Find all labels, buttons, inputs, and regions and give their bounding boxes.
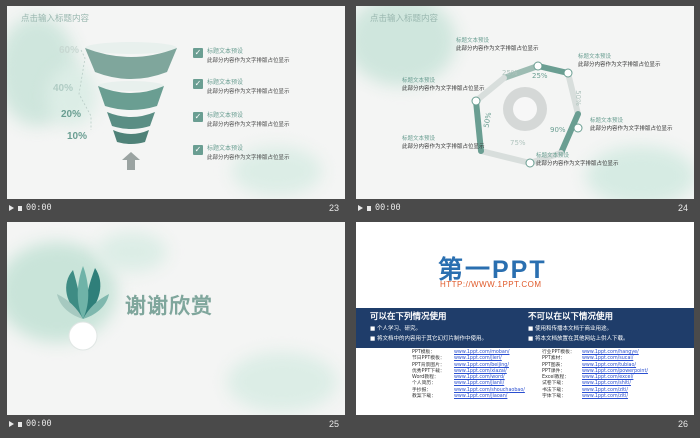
link[interactable]: www.1ppt.com/hangye/ (582, 350, 639, 355)
ring-value: 90% (550, 126, 566, 134)
funnel-chart (78, 42, 177, 170)
funnel-segment (113, 130, 149, 144)
list-item: ✓ 标题文本预设 此部分内容作为文字排版占位显示 (193, 46, 290, 64)
node-label: 标题文本预设 此部分内容作为文字排版占位显示 (578, 54, 661, 68)
ring-value: 75% (510, 139, 526, 147)
brand-url[interactable]: HTTP://WWW.1PPT.COM (440, 280, 542, 289)
timing-value: 00:00 (26, 203, 52, 213)
link[interactable]: www.1ppt.com/sucai/ (582, 356, 633, 361)
link[interactable]: www.1ppt.com/jieri/ (454, 356, 502, 361)
can-use-row: ■ 将文档中的内容用于其它幻灯片制作中使用。 (370, 336, 487, 342)
item-body: 此部分内容作为文字排版占位显示 (207, 58, 290, 64)
sound-icon (367, 205, 371, 211)
link[interactable]: www.1ppt.com/ziti/ (582, 388, 628, 393)
item-body: 此部分内容作为文字排版占位显示 (207, 155, 290, 161)
sound-icon (18, 205, 22, 211)
slide-number: 23 (328, 203, 339, 213)
link[interactable]: www.1ppt.com/word/ (454, 375, 505, 380)
slide-status-bar: 00:00 25 (7, 415, 345, 433)
link[interactable]: www.1ppt.com/excel/ (582, 375, 633, 380)
slide-number: 26 (677, 419, 688, 429)
checkbox-icon: ✓ (193, 48, 203, 58)
node (573, 123, 583, 133)
item-heading: 标题文本预设 (207, 112, 244, 119)
node-label: 标题文本预设 此部分内容作为文字排版占位显示 (402, 136, 485, 150)
slide-thumbnail-26[interactable]: 第一PPT HTTP://WWW.1PPT.COM 可以在下列情况使用 ■ 个人… (356, 222, 694, 415)
slide-status-bar: 26 (356, 415, 694, 433)
timing: 00:00 (9, 203, 52, 213)
node (533, 61, 543, 71)
play-icon[interactable] (9, 421, 14, 427)
slide-status-bar: 00:00 23 (7, 199, 345, 217)
link[interactable]: www.1ppt.com/jianli/ (454, 381, 504, 386)
ring-value: 25% (502, 69, 518, 77)
play-icon[interactable] (358, 205, 363, 211)
slide-number: 24 (677, 203, 688, 213)
timing-value: 00:00 (26, 419, 52, 429)
node-label: 标题文本预设 此部分内容作为文字排版占位显示 (456, 38, 539, 52)
checkbox-icon: ✓ (193, 145, 203, 155)
link-list-left: PPT模板： www.1ppt.com/moban/ 节日PPT模板： www.1p… (412, 350, 525, 400)
item-body: 此部分内容作为文字排版占位显示 (207, 89, 290, 95)
link[interactable]: www.1ppt.com/jiaoan/ (454, 394, 507, 399)
can-use-row: ■ 个人学习、研究。 (370, 326, 421, 332)
link[interactable]: www.1ppt.com/beijing/ (454, 363, 509, 368)
sound-icon (18, 421, 22, 427)
slide-thumbnail-23[interactable]: 点击输入标题内容 60% 40% 20% 10% ✓ 标题文本预设 此部分内容作… (7, 6, 345, 199)
usage-banner: 可以在下列情况使用 ■ 个人学习、研究。 ■ 将文档中的内容用于其它幻灯片制作中… (356, 308, 694, 348)
node (471, 96, 481, 106)
hexagon-ring-chart (471, 61, 583, 168)
thanks-heading: 谢谢欣赏 (125, 294, 213, 318)
node (525, 158, 535, 168)
timing-value: 00:00 (375, 203, 401, 213)
link[interactable]: www.1ppt.com/tubiao/ (582, 363, 636, 368)
list-item: ✓ 标题文本预设 此部分内容作为文字排版占位显示 (193, 110, 290, 128)
link[interactable]: www.1ppt.com/powerpoint/ (582, 369, 648, 374)
slide-status-bar: 00:00 24 (356, 199, 694, 217)
checkbox-icon: ✓ (193, 112, 203, 122)
plant-illustration (57, 266, 109, 351)
list-item: ✓ 标题文本预设 此部分内容作为文字排版占位显示 (193, 143, 290, 161)
timing: 00:00 (9, 419, 52, 429)
can-use-title: 可以在下列情况使用 (370, 312, 447, 322)
slide-thumbnail-25[interactable]: 谢谢欣赏 (7, 222, 345, 415)
link[interactable]: www.1ppt.com/shouchaobao/ (454, 388, 525, 393)
link[interactable]: www.1ppt.com/ziti/ (582, 394, 628, 399)
link[interactable]: www.1ppt.com/shiti/ (582, 381, 631, 386)
link[interactable]: www.1ppt.com/xiazai/ (454, 369, 507, 374)
item-heading: 标题文本预设 (207, 145, 244, 152)
checkbox-icon: ✓ (193, 79, 203, 89)
node-label: 标题文本预设 此部分内容作为文字排版占位显示 (590, 118, 673, 132)
node (563, 68, 573, 78)
funnel-segment (107, 112, 155, 129)
ring-value: 25% (532, 72, 548, 80)
item-heading: 标题文本预设 (207, 79, 244, 86)
cannot-use-row: ■ 使用和传播本文档于商业用途。 (528, 326, 612, 332)
timing: 00:00 (358, 203, 401, 213)
list-item: ✓ 标题文本预设 此部分内容作为文字排版占位显示 (193, 77, 290, 95)
item-body: 此部分内容作为文字排版占位显示 (207, 122, 290, 128)
node-label: 标题文本预设 此部分内容作为文字排版占位显示 (402, 78, 485, 92)
node-label: 标题文本预设 此部分内容作为文字排版占位显示 (536, 153, 619, 167)
arrow-up-icon (122, 152, 140, 170)
slide-number: 25 (328, 419, 339, 429)
cannot-use-title: 不可以在以下情况使用 (528, 312, 614, 322)
link[interactable]: www.1ppt.com/moban/ (454, 350, 510, 355)
ring-value: 50% (573, 90, 582, 106)
link-list-right: 行业PPT模板： www.1ppt.com/hangye/ PPT素材： www.1… (542, 350, 648, 400)
slide-thumbnail-24[interactable]: 点击输入标题内容 25% 25% 50% 90% 75% 50% 标题文本预设此… (356, 6, 694, 199)
link-row: 字体下载： www.1ppt.com/ziti/ (542, 394, 628, 400)
play-icon[interactable] (9, 205, 14, 211)
watercolor-blob (227, 352, 337, 412)
item-heading: 标题文本预设 (207, 48, 244, 55)
cannot-use-row: ■ 将本文档放置在其他网站上供人下载。 (528, 336, 629, 342)
link-row: 教案下载： www.1ppt.com/jiaoan/ (412, 394, 508, 400)
